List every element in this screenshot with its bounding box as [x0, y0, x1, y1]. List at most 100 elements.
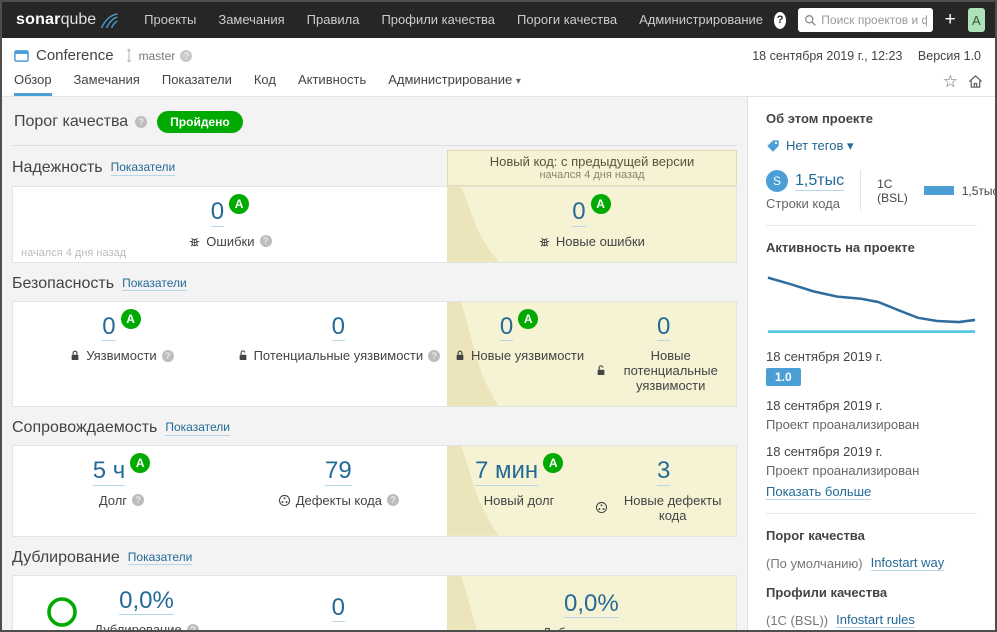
- new-bugs-label[interactable]: Новые ошибки: [556, 234, 645, 249]
- bugs-label[interactable]: Ошибки: [206, 234, 254, 249]
- project-activity-title: Активность на проекте: [766, 240, 915, 255]
- metric-new-debt: 7 мин A Новый долг: [447, 446, 592, 536]
- reliability-rating-badge: A: [229, 194, 250, 214]
- new-debt-label[interactable]: Новый долг: [484, 493, 555, 508]
- debt-value[interactable]: 5 ч: [92, 457, 126, 486]
- vulnerabilities-value[interactable]: 0: [102, 313, 116, 342]
- event-text: Проект проанализирован: [766, 417, 920, 432]
- debt-label[interactable]: Долг: [99, 493, 127, 508]
- new-debt-value[interactable]: 7 мин: [475, 457, 539, 486]
- search-input[interactable]: [821, 13, 927, 27]
- tab-overview[interactable]: Обзор: [14, 66, 52, 96]
- quality-profile-info: (1C (BSL)) Infostart rules: [766, 612, 977, 628]
- debt-help-icon[interactable]: ?: [132, 494, 145, 507]
- quality-gate-link[interactable]: Infostart way: [870, 555, 945, 571]
- language-bar: [923, 186, 954, 195]
- potential-vulnerabilities-value[interactable]: 0: [331, 313, 346, 342]
- lines-of-code-value[interactable]: 1,5тыс: [795, 172, 845, 191]
- new-code-smells-label[interactable]: Новые дефекты кода: [613, 493, 732, 523]
- metric-potential-vulnerabilities: 0 Потенциальные уязвимости ?: [230, 302, 447, 407]
- duplications-measures-link[interactable]: Показатели: [127, 550, 193, 566]
- vulnerabilities-help-icon[interactable]: ?: [161, 349, 174, 362]
- potential-vulnerabilities-help-icon[interactable]: ?: [428, 349, 441, 362]
- project-size-row: S 1,5тыс Строки кода 1C (BSL) 1,5тыс: [766, 170, 995, 211]
- metric-new-vulnerabilities: 0 A Новые уязвимости: [447, 302, 592, 407]
- tags-selector[interactable]: Нет тегов ▾: [766, 138, 977, 154]
- nav-item-administration[interactable]: Администрирование: [628, 2, 774, 38]
- help-icon[interactable]: ?: [774, 11, 787, 29]
- project-name[interactable]: Conference: [36, 47, 114, 64]
- quality-profiles-section-title: Профили качества: [766, 585, 888, 600]
- new-vulnerabilities-value[interactable]: 0: [499, 313, 514, 342]
- security-rating-badge: A: [120, 308, 141, 329]
- metric-code-smells: 79 Дефекты кода ?: [230, 446, 447, 536]
- new-potential-vulnerabilities-label[interactable]: Новые потенциальные уязвимости: [609, 348, 732, 393]
- analysis-meta: 18 сентября 2019 г., 12:23 Версия 1.0: [752, 49, 981, 63]
- add-button[interactable]: +: [933, 9, 968, 31]
- issues-line: [767, 276, 976, 324]
- section-duplications: Дублирование Показатели 0,0% Дублировани…: [12, 541, 737, 630]
- maintainability-rating-badge: A: [130, 453, 151, 474]
- code-smells-value[interactable]: 79: [325, 457, 352, 486]
- analysis-date: 18 сентября 2019 г., 12:23: [752, 48, 903, 63]
- tab-issues[interactable]: Замечания: [74, 66, 140, 96]
- duplicated-blocks-value[interactable]: 0: [331, 594, 346, 623]
- quality-gate-label: Порог качества: [14, 113, 129, 130]
- reliability-measures-link[interactable]: Показатели: [110, 160, 176, 176]
- nav-item-projects[interactable]: Проекты: [133, 2, 207, 38]
- duplications-title: Дублирование: [12, 548, 120, 566]
- nav-item-quality-profiles[interactable]: Профили качества: [370, 2, 506, 38]
- quality-gate-info: (По умолчанию) Infostart way: [766, 555, 977, 571]
- maintainability-measures-link[interactable]: Показатели: [165, 420, 230, 436]
- show-more-link[interactable]: Показать больше: [766, 484, 872, 500]
- metric-duplicated-blocks: 0 Дублирующиеся участки ?: [230, 576, 447, 630]
- sonarqube-logo[interactable]: sonar qube: [16, 11, 119, 30]
- tags-label: Нет тегов ▾: [786, 138, 854, 153]
- tab-measures[interactable]: Показатели: [162, 66, 232, 96]
- new-code-smells-value[interactable]: 3: [657, 457, 671, 486]
- event-date: 18 сентября 2019 г.: [766, 444, 883, 459]
- potential-vulnerabilities-label[interactable]: Потенциальные уязвимости: [254, 348, 424, 363]
- activity-event: 18 сентября 2019 г. 1.0: [766, 349, 977, 386]
- language-loc-value: 1,5тыс: [961, 183, 995, 198]
- new-security-rating-badge: A: [518, 308, 539, 329]
- event-date: 18 сентября 2019 г.: [766, 349, 883, 364]
- tab-administration[interactable]: Администрирование ▾: [388, 66, 521, 96]
- code-smells-label[interactable]: Дефекты кода: [296, 493, 382, 508]
- nav-item-quality-gates[interactable]: Пороги качества: [506, 2, 628, 38]
- tab-code[interactable]: Код: [254, 66, 276, 96]
- about-project-title: Об этом проекте: [766, 111, 874, 126]
- duplicated-blocks-label[interactable]: Дублирующиеся участки: [255, 629, 404, 630]
- activity-sparkline-chart[interactable]: [766, 267, 977, 339]
- vulnerabilities-label[interactable]: Уязвимости: [86, 348, 156, 363]
- global-search[interactable]: [798, 8, 933, 32]
- open-lock-icon: [237, 349, 249, 362]
- nav-item-issues[interactable]: Замечания: [207, 2, 295, 38]
- new-duplication-density-value[interactable]: 0,0%: [564, 590, 619, 619]
- new-potential-vulnerabilities-value[interactable]: 0: [657, 313, 671, 342]
- new-vulnerabilities-label[interactable]: Новые уязвимости: [471, 348, 584, 363]
- new-duplication-density-label-top: Дублирование в: [542, 625, 640, 630]
- nav-item-rules[interactable]: Правила: [296, 2, 371, 38]
- top-navbar: sonar qube Проекты Замечания Правила Проф…: [2, 2, 995, 38]
- code-smells-help-icon[interactable]: ?: [387, 494, 399, 507]
- duplication-density-label[interactable]: Дублирование: [94, 622, 182, 630]
- duplication-density-value[interactable]: 0,0%: [119, 587, 174, 616]
- branch-help-icon[interactable]: ?: [180, 49, 193, 62]
- tab-activity[interactable]: Активность: [298, 66, 366, 96]
- favorite-star-icon[interactable]: ☆: [943, 73, 958, 90]
- quality-profile-link[interactable]: Infostart rules: [836, 612, 915, 628]
- bug-icon: [188, 235, 201, 248]
- user-avatar[interactable]: A: [967, 8, 985, 32]
- section-maintainability: Сопровождаемость Показатели 5 ч A Долг ?…: [12, 411, 737, 537]
- event-date: 18 сентября 2019 г.: [766, 398, 883, 413]
- bugs-value[interactable]: 0: [210, 198, 225, 227]
- language-distribution: 1C (BSL) 1,5тыс: [861, 177, 995, 205]
- branch-name[interactable]: master: [139, 49, 176, 63]
- security-measures-link[interactable]: Показатели: [122, 276, 187, 292]
- bugs-help-icon[interactable]: ?: [259, 235, 272, 248]
- home-icon[interactable]: [968, 74, 983, 89]
- duplication-density-help-icon[interactable]: ?: [186, 623, 199, 630]
- new-bugs-value[interactable]: 0: [572, 198, 586, 227]
- quality-gate-help-icon[interactable]: ?: [135, 116, 148, 128]
